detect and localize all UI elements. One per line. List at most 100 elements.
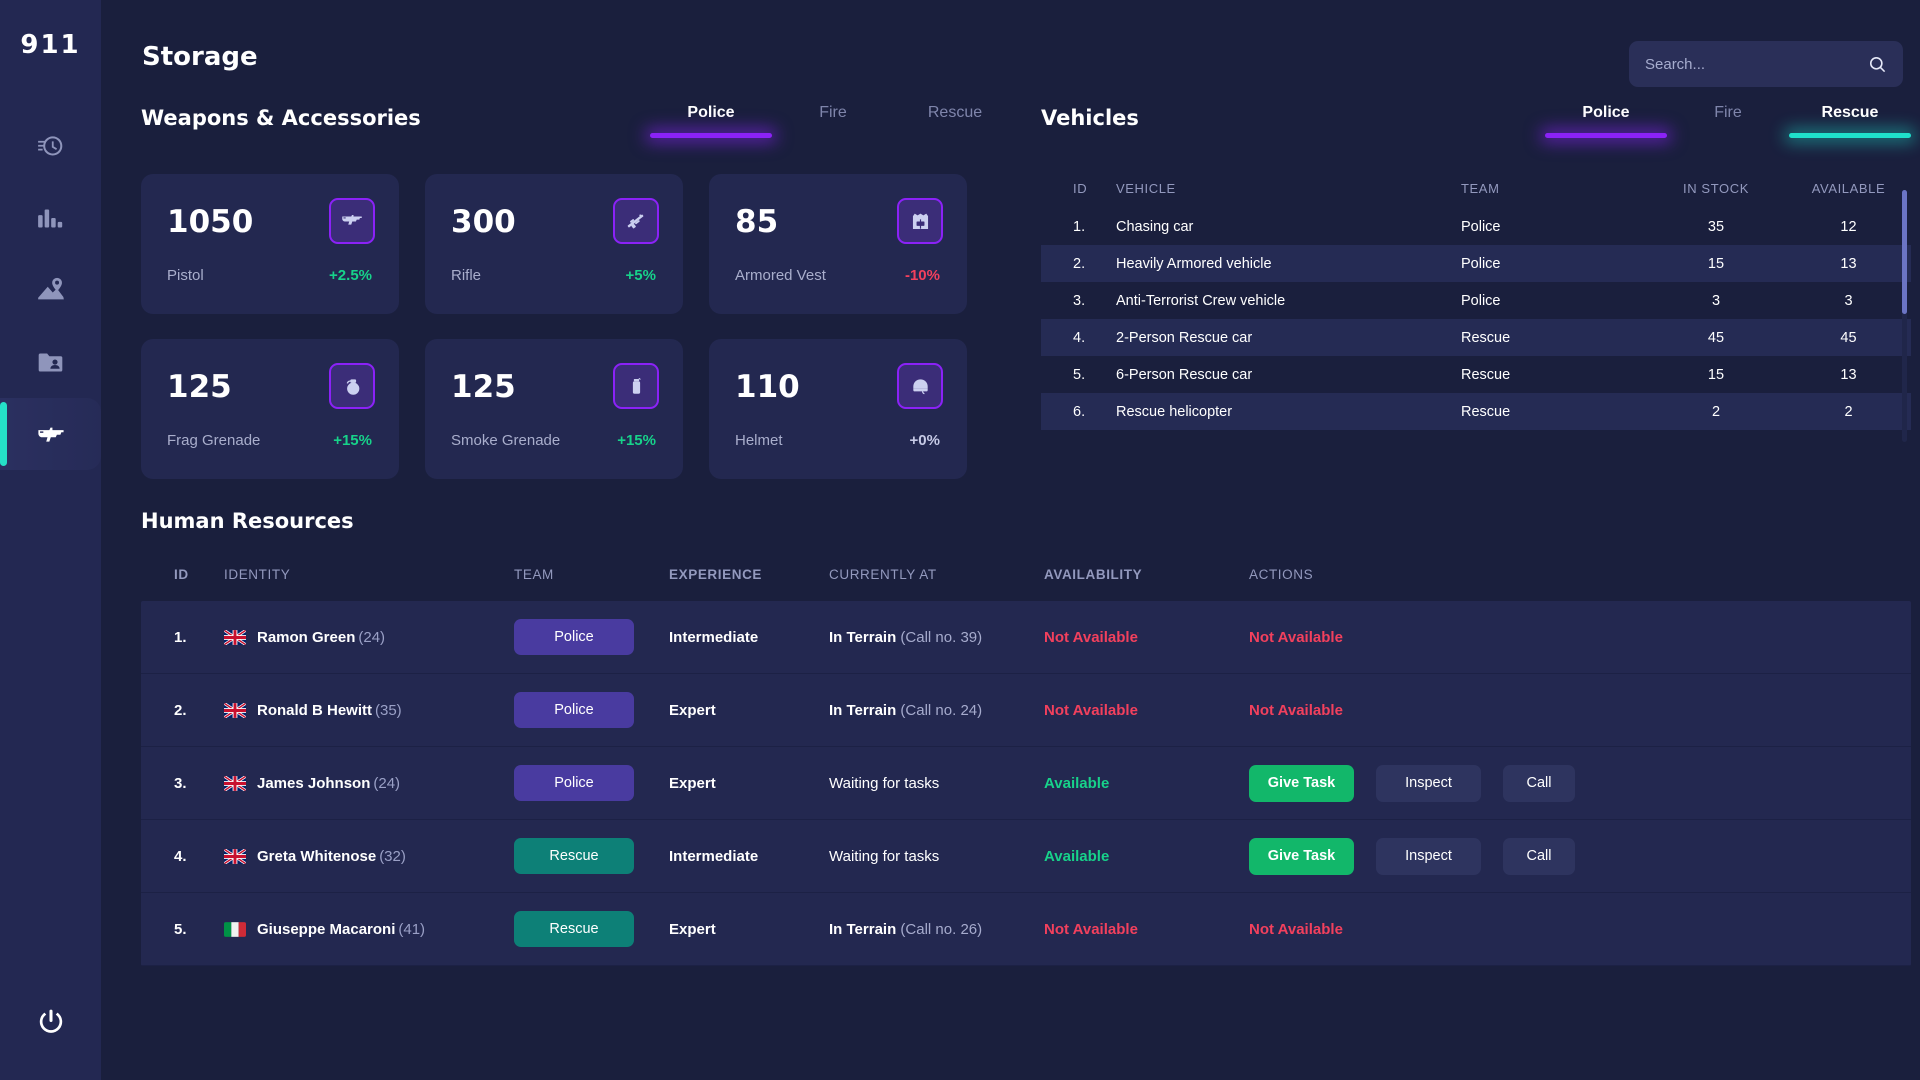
cell-availability: Not Available bbox=[1044, 628, 1138, 646]
call-button[interactable]: Call bbox=[1503, 764, 1575, 802]
sidebar-item-analytics[interactable] bbox=[0, 182, 101, 254]
cell-in-stock: 15 bbox=[1707, 255, 1725, 272]
tab-weapons-police[interactable]: Police bbox=[650, 104, 772, 138]
cell-team: Rescue bbox=[514, 911, 669, 947]
cell-vehicle: Chasing car bbox=[1116, 218, 1194, 235]
sidebar-item-storage[interactable] bbox=[0, 398, 101, 470]
flag-italy-icon bbox=[224, 921, 246, 937]
table-row[interactable]: 1. Chasing car Police 35 12 bbox=[1041, 208, 1911, 245]
cell-id: 5. bbox=[174, 920, 187, 938]
call-button[interactable]: Call bbox=[1503, 837, 1575, 875]
stat-label: Frag Grenade bbox=[167, 432, 261, 449]
cell-id: 6. bbox=[1073, 403, 1086, 420]
tab-weapons-fire[interactable]: Fire bbox=[772, 104, 894, 138]
sidebar-item-history[interactable] bbox=[0, 110, 101, 182]
cell-available: 45 bbox=[1840, 329, 1857, 346]
identity-name: Giuseppe Macaroni bbox=[257, 920, 396, 938]
cell-identity: Ramon Green (24) bbox=[224, 629, 514, 646]
stat-delta: +0% bbox=[909, 432, 940, 449]
table-row[interactable]: 2. Ronald B Hewitt (35) Police Expert In… bbox=[141, 674, 1911, 747]
cell-team: Rescue bbox=[1461, 329, 1511, 346]
analytics-icon bbox=[37, 205, 64, 232]
helmet-icon bbox=[897, 363, 943, 409]
identity-name: Ramon Green bbox=[257, 628, 356, 646]
table-row[interactable]: 6. Rescue helicopter Rescue 2 2 bbox=[1041, 393, 1911, 430]
cell-experience: Expert bbox=[669, 920, 716, 938]
column-header-availability: AVAILABILITY bbox=[1044, 566, 1143, 582]
identity-age: (24) bbox=[373, 774, 401, 792]
search-input[interactable] bbox=[1645, 55, 1868, 73]
cell-available: 3 bbox=[1844, 292, 1853, 309]
give-task-button[interactable]: Give Task bbox=[1249, 764, 1354, 802]
table-row[interactable]: 5. Giuseppe Macaroni (41) Rescue Expert … bbox=[141, 893, 1911, 966]
table-row[interactable]: 3. James Johnson (24) Police Expert Wait… bbox=[141, 747, 1911, 820]
stat-card[interactable]: 1050 Pistol +2.5% bbox=[141, 174, 399, 314]
stat-card[interactable]: 300 Rifle +5% bbox=[425, 174, 683, 314]
human-resources-section: Human Resources ID IDENTITY TEAM EXPERIE… bbox=[101, 509, 1920, 966]
cell-experience: Intermediate bbox=[669, 847, 759, 865]
inspect-button[interactable]: Inspect bbox=[1376, 837, 1481, 875]
cell-team: Rescue bbox=[1461, 403, 1511, 420]
tab-weapons-rescue[interactable]: Rescue bbox=[894, 104, 1016, 138]
cell-vehicle: Anti-Terrorist Crew vehicle bbox=[1116, 292, 1286, 309]
scrollbar-thumb[interactable] bbox=[1902, 190, 1907, 314]
give-task-button[interactable]: Give Task bbox=[1249, 837, 1354, 875]
tab-active-indicator bbox=[1789, 133, 1911, 138]
top-bar: Storage bbox=[101, 0, 1920, 104]
vehicles-table: ID VEHICLE TEAM IN STOCK AVAILABLE 1. Ch… bbox=[1041, 168, 1911, 442]
cell-vehicle: 6-Person Rescue car bbox=[1116, 366, 1253, 383]
table-row[interactable]: 3. Anti-Terrorist Crew vehicle Police 3 … bbox=[1041, 282, 1911, 319]
table-row[interactable]: 5. 6-Person Rescue car Rescue 15 13 bbox=[1041, 356, 1911, 393]
table-row[interactable]: 1. Ramon Green (24) Police Intermediate … bbox=[141, 601, 1911, 674]
page-title: Storage bbox=[142, 42, 258, 72]
sidebar-item-map[interactable] bbox=[0, 254, 101, 326]
column-header-actions: ACTIONS bbox=[1249, 566, 1314, 582]
flag-uk-icon bbox=[224, 629, 246, 645]
table-row[interactable]: 2. Heavily Armored vehicle Police 15 13 bbox=[1041, 245, 1911, 282]
stat-delta: -10% bbox=[904, 267, 940, 284]
tab-vehicles-fire[interactable]: Fire bbox=[1667, 104, 1789, 138]
table-row[interactable]: 4. 2-Person Rescue car Rescue 45 45 bbox=[1041, 319, 1911, 356]
identity-age: (35) bbox=[375, 701, 402, 719]
cell-actions: Not Available bbox=[1249, 921, 1911, 938]
table-row[interactable]: 4. Greta Whitenose (32) Rescue Intermedi… bbox=[141, 820, 1911, 893]
stat-label: Smoke Grenade bbox=[451, 432, 561, 449]
stat-card[interactable]: 85 Armored Vest -10% bbox=[709, 174, 967, 314]
power-icon bbox=[37, 1007, 65, 1040]
cell-identity: Giuseppe Macaroni (41) bbox=[224, 921, 514, 938]
tab-label: Fire bbox=[819, 104, 847, 121]
vehicles-scrollbar[interactable] bbox=[1902, 190, 1907, 442]
cell-id: 3. bbox=[1073, 292, 1086, 309]
stat-card[interactable]: 125 Smoke Grenade +15% bbox=[425, 339, 683, 479]
tab-vehicles-rescue[interactable]: Rescue bbox=[1789, 104, 1911, 138]
sidebar-nav bbox=[0, 110, 101, 470]
stat-card[interactable]: 110 Helmet +0% bbox=[709, 339, 967, 479]
sidebar-item-contacts[interactable] bbox=[0, 326, 101, 398]
weapon-stat-cards: 1050 Pistol +2.5% 300 Rifle +5% 85 Armor… bbox=[141, 174, 1016, 479]
tab-label: Rescue bbox=[927, 104, 983, 121]
smoke-grenade-icon bbox=[613, 363, 659, 409]
cell-identity: Greta Whitenose (32) bbox=[224, 848, 514, 865]
status-badge: Rescue bbox=[514, 838, 634, 874]
cell-in-stock: 2 bbox=[1711, 403, 1721, 420]
power-button[interactable] bbox=[0, 1007, 101, 1040]
cell-team: Police bbox=[1461, 292, 1501, 309]
main-content: Storage Weapons & Accessories Police bbox=[101, 0, 1920, 1080]
map-icon bbox=[37, 276, 65, 304]
hr-table-body: 1. Ramon Green (24) Police Intermediate … bbox=[141, 601, 1911, 966]
stat-card[interactable]: 125 Frag Grenade +15% bbox=[141, 339, 399, 479]
search-box[interactable] bbox=[1629, 41, 1903, 87]
inspect-button[interactable]: Inspect bbox=[1376, 764, 1481, 802]
cell-id: 1. bbox=[174, 628, 187, 646]
column-header-identity: IDENTITY bbox=[224, 566, 291, 582]
cell-actions: Give Task Inspect Call bbox=[1249, 764, 1911, 802]
cell-id: 3. bbox=[174, 774, 187, 792]
cell-id: 2. bbox=[174, 701, 187, 719]
vehicles-header: Vehicles Police Fire Rescue bbox=[1041, 104, 1911, 160]
app-logo: 911 bbox=[20, 30, 81, 60]
cell-experience: Intermediate bbox=[669, 628, 759, 646]
vehicles-table-header: ID VEHICLE TEAM IN STOCK AVAILABLE bbox=[1041, 168, 1911, 208]
search-icon[interactable] bbox=[1868, 55, 1887, 74]
cell-availability: Available bbox=[1044, 847, 1110, 865]
tab-vehicles-police[interactable]: Police bbox=[1545, 104, 1667, 138]
